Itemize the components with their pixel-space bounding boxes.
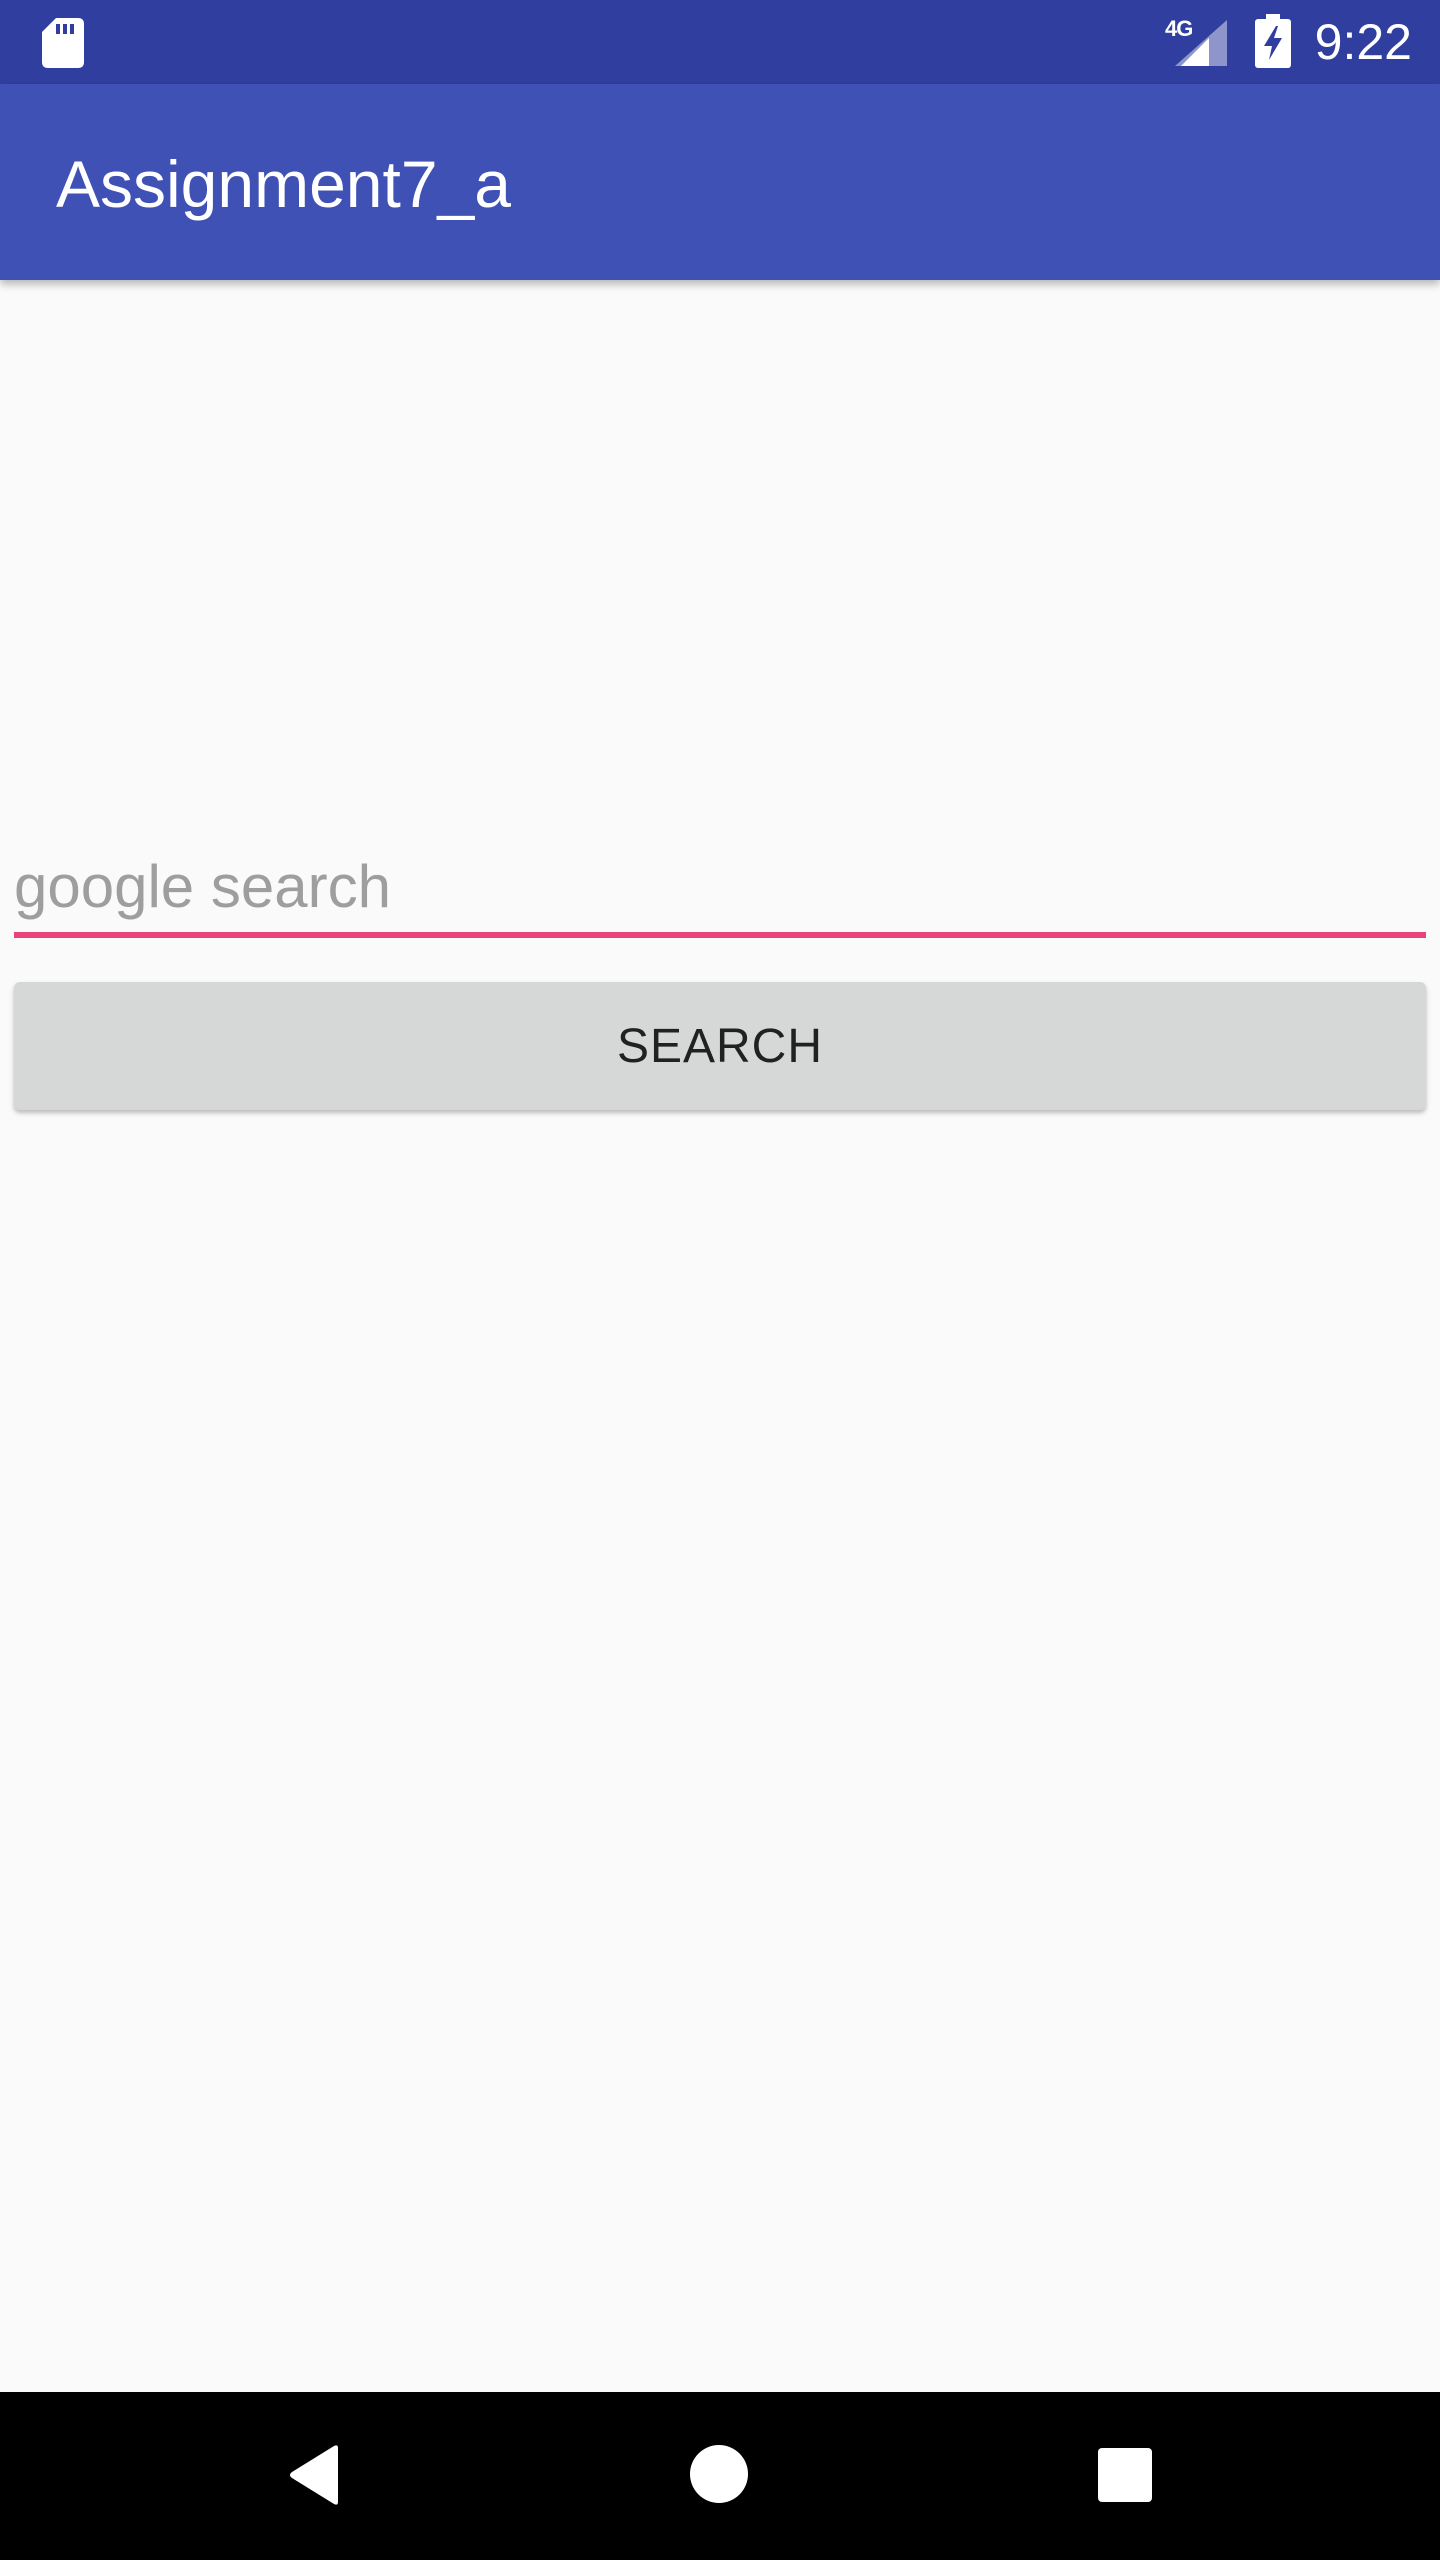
app-toolbar: Assignment7_a	[0, 84, 1440, 280]
search-input-underline	[14, 932, 1426, 938]
status-bar: 4G 9:22	[0, 0, 1440, 84]
status-clock: 9:22	[1314, 14, 1412, 70]
navigation-bar	[0, 2392, 1440, 2560]
battery-charging-icon	[1255, 14, 1291, 68]
search-button[interactable]: SEARCH	[14, 982, 1426, 1110]
home-icon[interactable]	[690, 2445, 748, 2503]
search-field	[14, 840, 1426, 940]
recents-icon[interactable]	[1098, 2448, 1152, 2502]
app-title: Assignment7_a	[56, 147, 511, 221]
sd-card-icon	[42, 18, 84, 68]
search-input[interactable]	[14, 840, 1426, 932]
back-icon[interactable]	[288, 2444, 342, 2506]
signal-icon	[1175, 20, 1227, 66]
